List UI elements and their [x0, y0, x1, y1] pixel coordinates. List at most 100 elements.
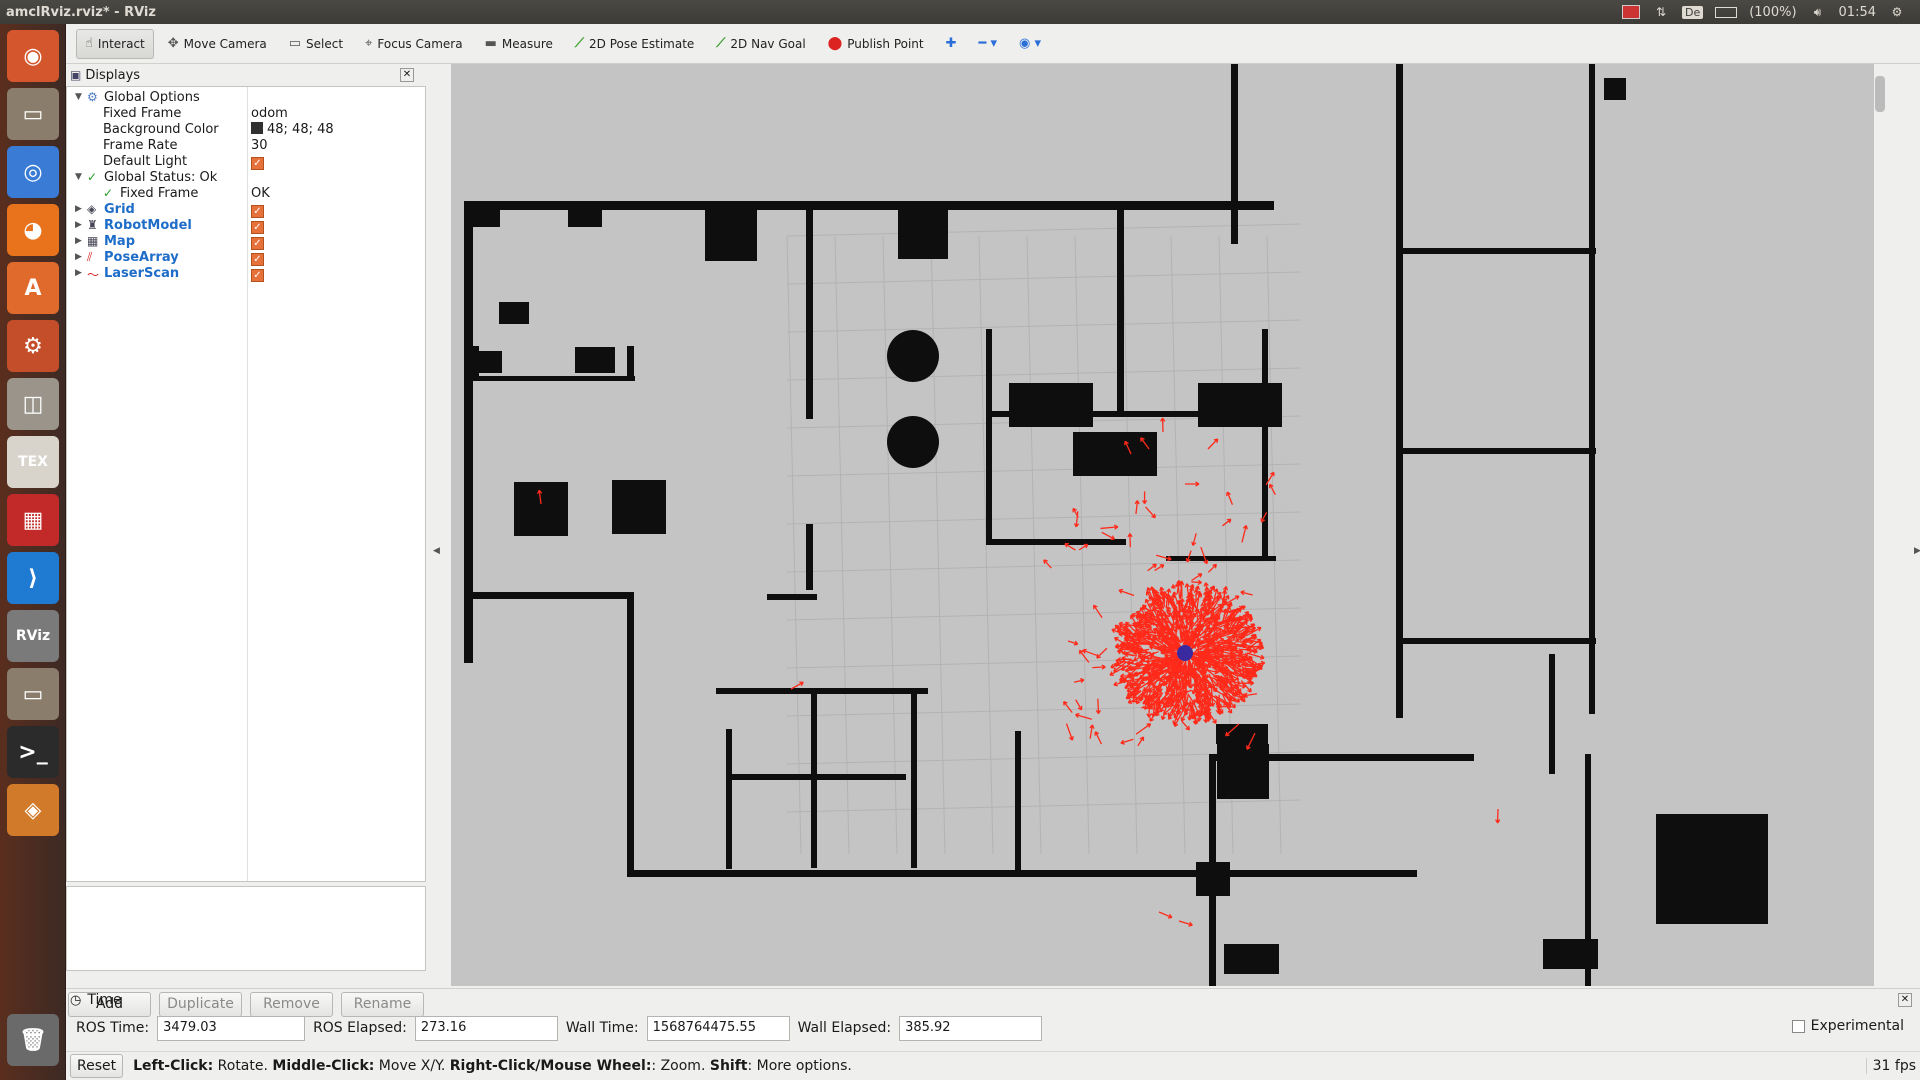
- launcher-terminal-icon[interactable]: >_: [7, 726, 59, 778]
- tool-remove-tool-button[interactable]: ━ ▾: [971, 29, 1005, 59]
- launcher-calendar-icon[interactable]: ▦: [7, 494, 59, 546]
- tool-select-button[interactable]: ▭ Select: [281, 29, 351, 59]
- obstacle-block: [472, 351, 502, 373]
- tree-row-laserscan[interactable]: ▶ 〜 LaserScan ✓: [67, 265, 425, 284]
- display-description-area: [66, 886, 426, 971]
- tool-focus-camera-button[interactable]: ⌖ Focus Camera: [357, 29, 471, 59]
- scrollbar-thumb[interactable]: [1875, 76, 1885, 112]
- expand-right-icon[interactable]: ▶: [75, 268, 82, 278]
- move-camera-icon: ✥: [167, 36, 179, 51]
- background-color-value[interactable]: 48; 48; 48: [251, 122, 334, 137]
- tool-add-tool-button[interactable]: ✚: [938, 29, 965, 59]
- wall-segment: [986, 329, 992, 539]
- clock-icon: ◷: [70, 992, 82, 1008]
- record-indicator-icon[interactable]: [1621, 5, 1640, 19]
- obstacle-block: [499, 302, 529, 324]
- obstacle-block: [1656, 814, 1768, 924]
- displays-panel: ▣ Displays ✕ ▼ ⚙ Global Options Fixed Fr…: [66, 64, 428, 1017]
- launcher-virtualbox-icon[interactable]: ◈: [7, 784, 59, 836]
- obstacle-block: [1217, 744, 1269, 799]
- expand-right-icon[interactable]: ▶: [75, 220, 82, 230]
- ros-elapsed-label: ROS Elapsed:: [313, 1020, 407, 1036]
- launcher-system-settings-icon[interactable]: ⚙: [7, 320, 59, 372]
- experimental-toggle[interactable]: Experimental: [1791, 1018, 1904, 1034]
- global-status-label: Global Status: Ok: [104, 170, 218, 185]
- remove-tool-icon: ━ ▾: [978, 36, 998, 51]
- battery-percent[interactable]: (100%): [1749, 5, 1796, 20]
- display-laserscan-checkbox[interactable]: ✓: [251, 267, 264, 282]
- global-options-label: Global Options: [104, 90, 200, 105]
- left-splitter[interactable]: ◀: [428, 64, 451, 986]
- battery-icon[interactable]: [1715, 6, 1738, 18]
- launcher-chrome-icon[interactable]: ◎: [7, 146, 59, 198]
- window-title: amclRviz.rviz* - RViz: [6, 4, 156, 20]
- right-splitter[interactable]: ▶: [1874, 64, 1920, 986]
- tool-focus-camera-label: Focus Camera: [377, 36, 463, 51]
- display-posearray-checkbox[interactable]: ✓: [251, 251, 264, 266]
- help-value-more: : More options.: [747, 1058, 852, 1074]
- wall-segment: [471, 376, 635, 381]
- keyboard-layout-indicator[interactable]: De: [1681, 5, 1704, 19]
- display-map-checkbox[interactable]: ✓: [251, 235, 264, 250]
- launcher-ubuntu-dash-icon[interactable]: ◉: [7, 30, 59, 82]
- launcher-disks-icon[interactable]: ◫: [7, 378, 59, 430]
- launcher-files-2-icon[interactable]: ▭: [7, 668, 59, 720]
- map-canvas[interactable]: [451, 64, 1874, 986]
- pose-array-icon: ⫽: [87, 250, 93, 264]
- power-gear-icon[interactable]: ⚙: [1888, 4, 1906, 20]
- close-icon[interactable]: ✕: [1898, 993, 1912, 1007]
- volume-icon[interactable]: 🔊︎: [1809, 4, 1827, 20]
- render-view-3d[interactable]: [451, 64, 1874, 986]
- wall-time-field[interactable]: 1568764475.55: [646, 1015, 790, 1041]
- expand-right-icon[interactable]: ▶: [75, 252, 82, 262]
- tool-publish-point-button[interactable]: ⬤ Publish Point: [820, 29, 932, 59]
- collapse-left-icon[interactable]: ◀: [433, 546, 440, 556]
- displays-tree[interactable]: ▼ ⚙ Global Options Fixed Frame odom Back…: [66, 86, 426, 882]
- tool-2d-nav-goal-button[interactable]: ⟋ 2D Nav Goal: [708, 29, 813, 59]
- launcher-vscode-icon[interactable]: ⟩: [7, 552, 59, 604]
- wall-segment: [911, 688, 917, 868]
- experimental-label: Experimental: [1810, 1018, 1904, 1034]
- displays-title: Displays: [85, 67, 141, 83]
- obstacle-block: [568, 205, 602, 227]
- launcher-rviz-icon[interactable]: RViz: [7, 610, 59, 662]
- measure-icon: ▬: [484, 36, 497, 51]
- launcher-trash-icon[interactable]: 🗑: [7, 1014, 59, 1066]
- tool-interact-button[interactable]: ☝ Interact: [76, 28, 154, 59]
- display-grid-checkbox[interactable]: ✓: [251, 203, 264, 218]
- tool-move-camera-button[interactable]: ✥ Move Camera: [160, 29, 275, 59]
- launcher-firefox-icon[interactable]: ◕: [7, 204, 59, 256]
- display-robotmodel-checkbox[interactable]: ✓: [251, 219, 264, 234]
- tool-measure-button[interactable]: ▬ Measure: [477, 29, 561, 59]
- expand-right-icon[interactable]: ▶: [75, 204, 82, 214]
- expand-down-icon[interactable]: ▼: [75, 92, 82, 102]
- wall-elapsed-field[interactable]: 385.92: [899, 1015, 1043, 1041]
- status-fixed-frame-label: Fixed Frame: [120, 186, 199, 201]
- wall-segment: [1396, 638, 1596, 644]
- experimental-checkbox[interactable]: [1791, 1019, 1805, 1033]
- view-options-icon: ◉ ▾: [1019, 36, 1042, 51]
- frame-rate-value[interactable]: 30: [251, 138, 268, 153]
- collapse-right-icon[interactable]: ▶: [1914, 546, 1920, 556]
- wall-segment: [464, 592, 634, 599]
- fixed-frame-value[interactable]: odom: [251, 106, 288, 121]
- tool-2d-pose-estimate-button[interactable]: ⟋ 2D Pose Estimate: [567, 29, 702, 59]
- system-indicators: ⇅ De (100%) 🔊︎ 01:54 ⚙: [1621, 4, 1920, 20]
- expand-right-icon[interactable]: ▶: [75, 236, 82, 246]
- tool-select-label: Select: [306, 36, 344, 51]
- launcher-files-icon[interactable]: ▭: [7, 88, 59, 140]
- launcher-software-center-icon[interactable]: A: [7, 262, 59, 314]
- network-icon[interactable]: ⇅: [1652, 4, 1670, 20]
- tool-move-camera-label: Move Camera: [183, 36, 267, 51]
- launcher-texmaker-icon[interactable]: TEX: [7, 436, 59, 488]
- clock[interactable]: 01:54: [1839, 5, 1876, 20]
- ros-elapsed-field[interactable]: 273.16: [414, 1015, 558, 1041]
- default-light-checkbox[interactable]: ✓: [251, 155, 264, 170]
- close-icon[interactable]: ✕: [400, 68, 414, 82]
- fixed-frame-label: Fixed Frame: [103, 106, 182, 121]
- reset-button[interactable]: Reset: [70, 1054, 124, 1078]
- displays-panel-header: ▣ Displays ✕: [66, 64, 428, 86]
- tool-view-options-button[interactable]: ◉ ▾: [1011, 29, 1049, 59]
- ros-time-field[interactable]: 3479.03: [157, 1015, 306, 1041]
- expand-down-icon[interactable]: ▼: [75, 172, 82, 182]
